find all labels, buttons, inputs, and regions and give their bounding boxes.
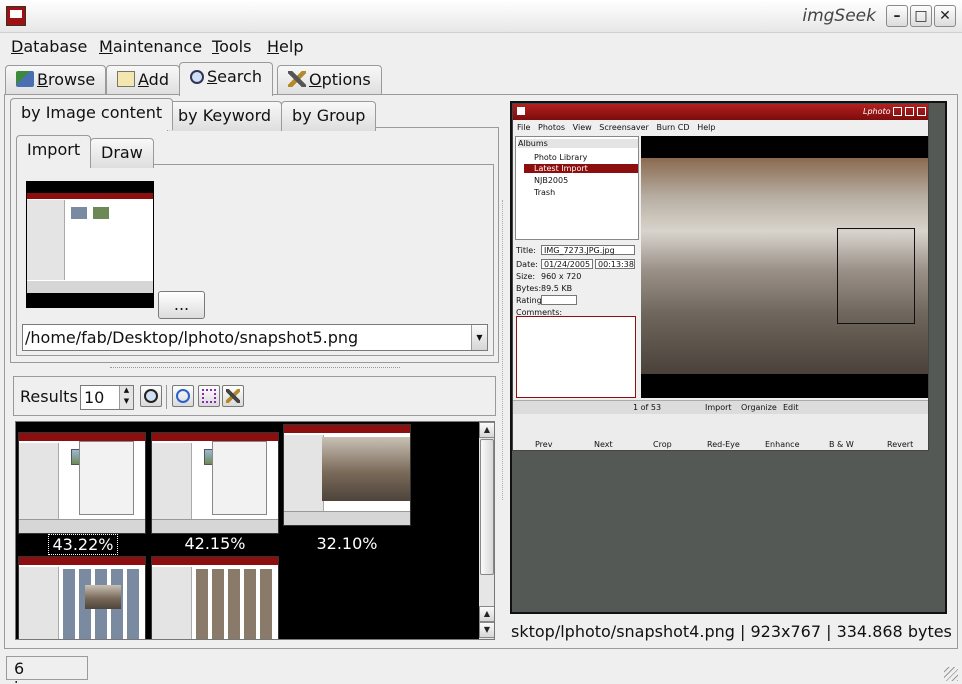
maximize-button[interactable]: □: [910, 5, 932, 27]
group-button[interactable]: [198, 385, 220, 407]
preview-image: Lphoto File Photos View Screensaver Burn…: [512, 103, 929, 451]
scroll-up-icon[interactable]: ▲: [479, 606, 494, 622]
menu-bar: Database Maintenance Tools Help: [0, 34, 962, 60]
title-bar[interactable]: imgSeek – □ ✕: [0, 0, 962, 33]
tab-by-group[interactable]: by Group: [281, 101, 377, 131]
tab-browse[interactable]: Browse: [5, 65, 107, 95]
result-thumbnail[interactable]: [151, 556, 279, 639]
result-thumbnail[interactable]: [283, 424, 411, 526]
result-score: 43.22%: [48, 534, 118, 555]
book-icon: [16, 71, 34, 87]
resize-grip-icon[interactable]: [944, 667, 958, 681]
lphoto-minimize-icon: [893, 107, 902, 116]
menu-help[interactable]: Help: [267, 37, 303, 56]
import-preview-image: [27, 193, 153, 293]
lphoto-title: Lphoto: [863, 107, 891, 116]
minimize-button[interactable]: –: [886, 5, 908, 27]
image-info: sktop/lphoto/snapshot4.png | 923x767 | 3…: [511, 622, 952, 641]
tools-icon: [288, 71, 306, 87]
group-icon: [202, 389, 216, 403]
spin-down-icon[interactable]: ▼: [119, 397, 133, 409]
scroll-up-icon[interactable]: ▲: [479, 422, 494, 438]
results-count-value: 10: [84, 388, 105, 407]
lphoto-menu: File Photos View Screensaver Burn CD Hel…: [517, 123, 716, 132]
add-icon: [117, 71, 135, 87]
path-value: /home/fab/Desktop/lphoto/snapshot5.png: [25, 328, 359, 347]
browse-file-button[interactable]: ...: [158, 291, 205, 319]
path-combo[interactable]: /home/fab/Desktop/lphoto/snapshot5.png ▼: [22, 324, 488, 351]
results-label: Results: [20, 387, 78, 406]
status-bar: 6 images: [6, 656, 88, 684]
combo-dropdown-icon[interactable]: ▼: [471, 325, 487, 350]
result-score: 42.15%: [184, 534, 246, 553]
magnifier-icon: [144, 389, 158, 403]
magnifier-icon: [190, 70, 204, 84]
app-icon: [6, 6, 26, 26]
result-thumbnail[interactable]: [18, 432, 146, 534]
results-scrollbar[interactable]: ▲ ▲ ▼: [479, 422, 494, 639]
import-preview: [26, 181, 154, 308]
toolbar-separator: [166, 385, 167, 409]
result-thumbnail[interactable]: [151, 432, 279, 534]
results-count-spinbox[interactable]: 10 ▲ ▼: [80, 385, 134, 410]
tab-draw[interactable]: Draw: [90, 138, 154, 168]
lphoto-toolbar: Prev Next Crop Red-Eye Enhance B & W Rev…: [513, 414, 928, 450]
lphoto-app-icon: [517, 107, 525, 115]
tools-icon: [226, 389, 240, 403]
result-score: 32.10%: [316, 534, 378, 553]
scroll-down-icon[interactable]: ▼: [479, 622, 494, 638]
results-toolbar: Results 10 ▲ ▼: [13, 376, 496, 416]
splitter-handle[interactable]: [110, 367, 400, 370]
scrollbar-thumb[interactable]: [480, 439, 494, 575]
close-button[interactable]: ✕: [934, 5, 956, 27]
menu-database[interactable]: Database: [11, 37, 87, 56]
result-thumbnail[interactable]: [18, 556, 146, 639]
lphoto-close-icon: [917, 107, 926, 116]
menu-maintenance[interactable]: Maintenance: [99, 37, 202, 56]
tab-options[interactable]: Options: [277, 65, 382, 95]
lphoto-albums-list: Albums Photo Library Latest Import NJB20…: [515, 136, 639, 240]
query-search-button[interactable]: [140, 385, 162, 407]
menu-tools[interactable]: Tools: [212, 37, 251, 56]
tab-by-image-content[interactable]: by Image content: [10, 98, 174, 130]
tab-by-keyword[interactable]: by Keyword: [167, 101, 283, 131]
vertical-splitter[interactable]: [502, 200, 504, 500]
tab-import[interactable]: Import: [16, 135, 92, 167]
tab-search[interactable]: Search: [179, 62, 273, 96]
spin-up-icon[interactable]: ▲: [119, 386, 133, 397]
refresh-button[interactable]: [172, 385, 194, 407]
lphoto-maximize-icon: [905, 107, 914, 116]
lphoto-photo: [641, 136, 928, 398]
refresh-icon: [176, 389, 190, 403]
window-title: imgSeek: [802, 6, 876, 26]
results-grid[interactable]: 43.22% 42.15% 32.10% ▲ ▲ ▼: [15, 421, 495, 640]
tab-add[interactable]: Add: [106, 65, 180, 95]
tools-button[interactable]: [222, 385, 244, 407]
status-text: 6 images: [14, 659, 72, 684]
